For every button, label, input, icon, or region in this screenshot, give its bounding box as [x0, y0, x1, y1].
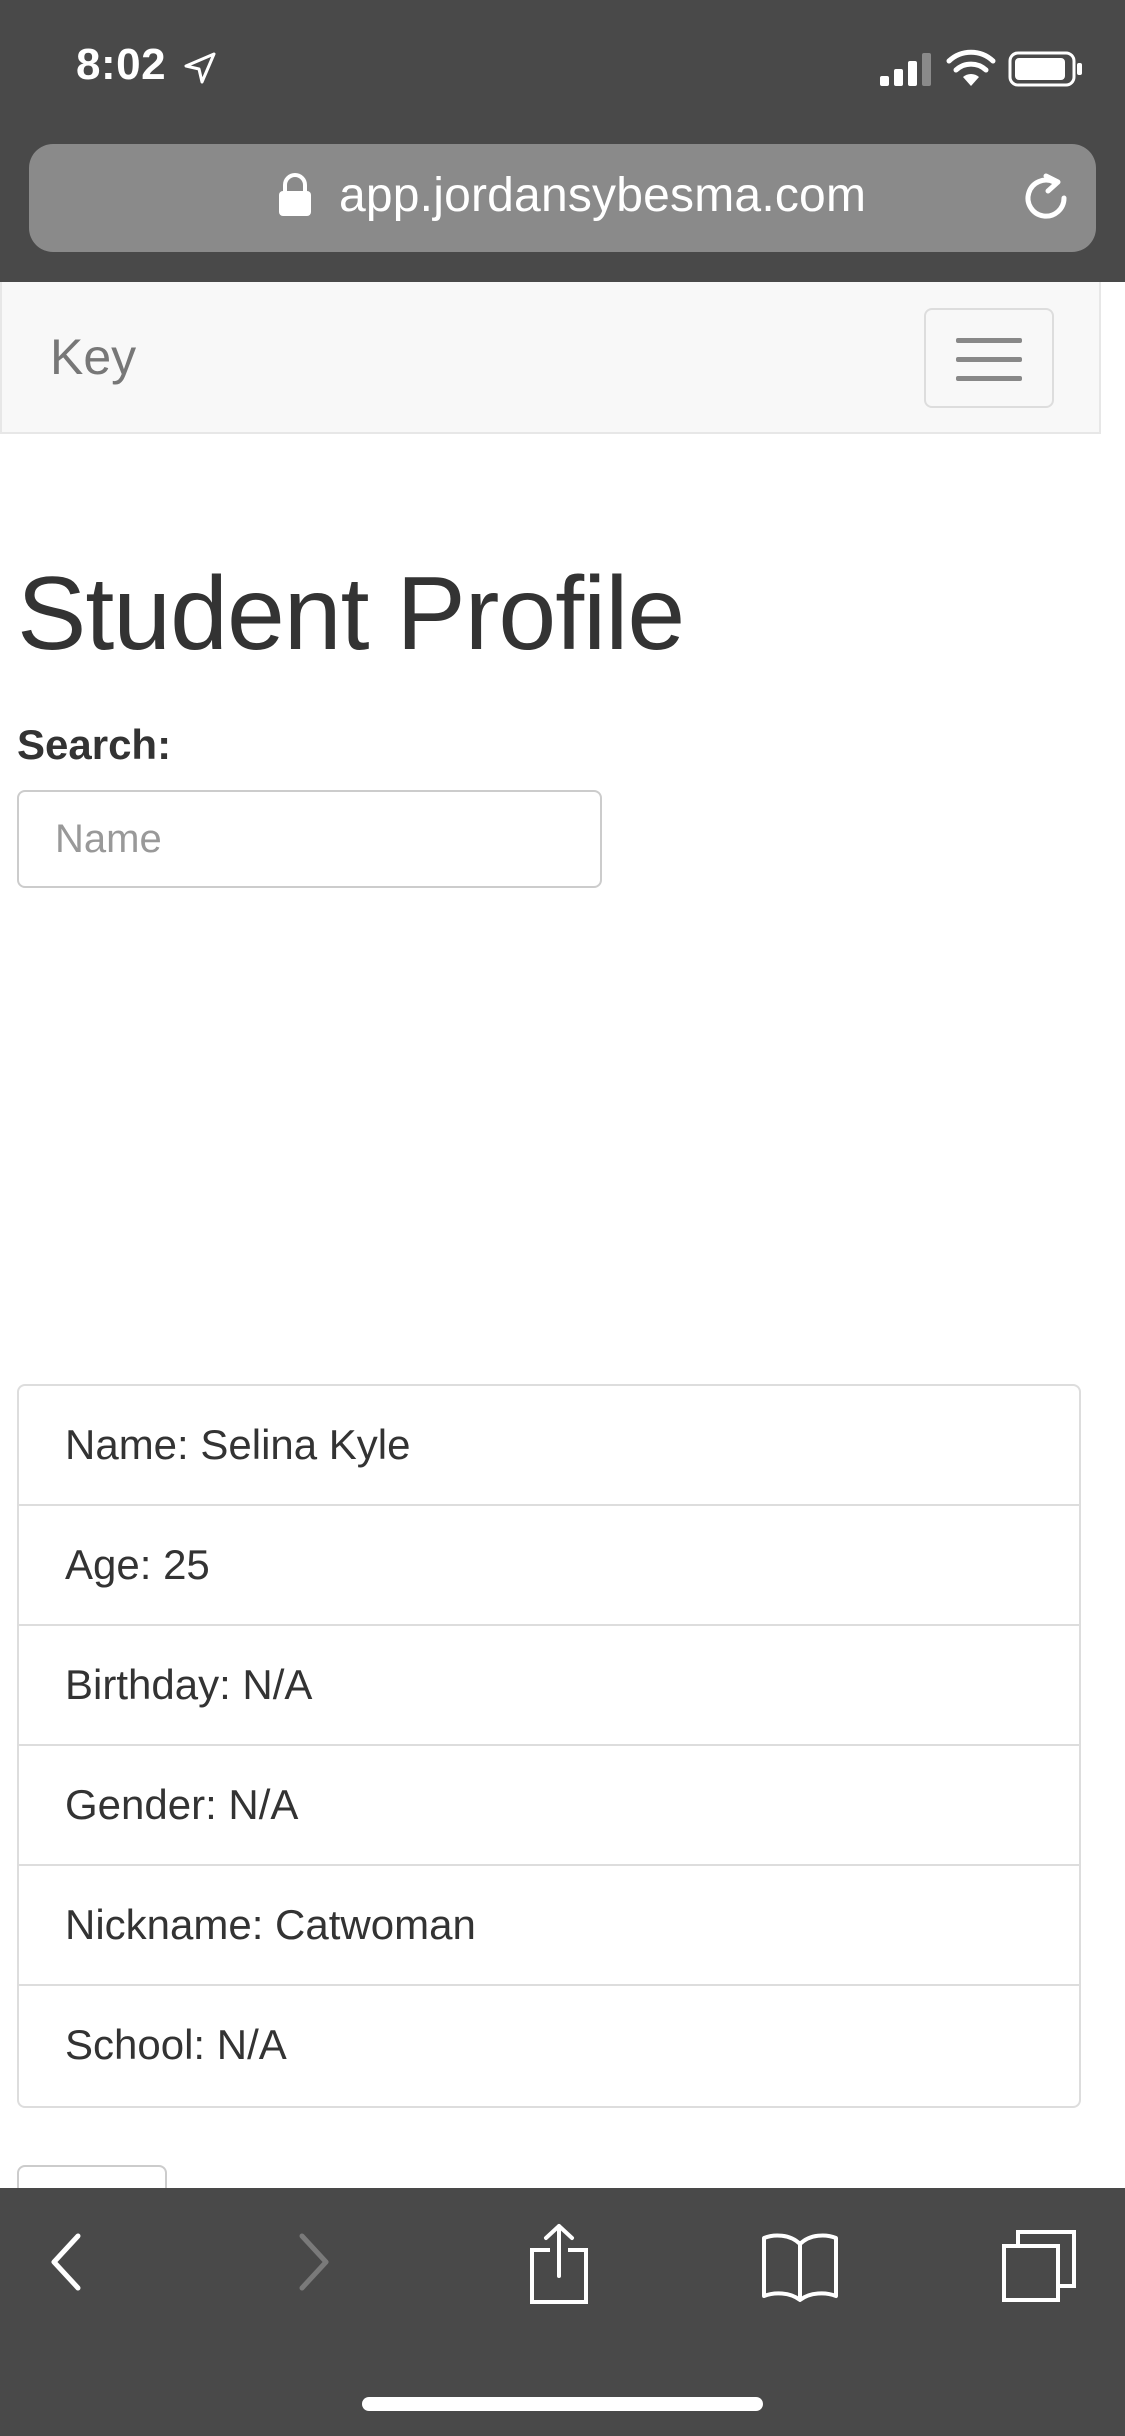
navbar-toggle-button[interactable] [924, 308, 1054, 408]
page-title: Student Profile [17, 556, 685, 672]
browser-top-chrome: 8:02 app.jordansybesma.com [0, 0, 1125, 282]
tabs-icon[interactable] [1000, 2228, 1078, 2304]
reload-icon[interactable] [1020, 172, 1072, 224]
navbar: Key [0, 282, 1101, 434]
forward-chevron-icon[interactable] [292, 2230, 336, 2294]
profile-item-birthday: Birthday: N/A [19, 1626, 1079, 1746]
search-label: Search: [17, 721, 172, 768]
bookmarks-icon[interactable] [760, 2230, 840, 2302]
navbar-brand[interactable]: Key [50, 328, 136, 386]
profile-item-age: Age: 25 [19, 1506, 1079, 1626]
share-icon[interactable] [528, 2222, 590, 2306]
address-bar[interactable]: app.jordansybesma.com [29, 144, 1096, 252]
profile-item-nickname: Nickname: Catwoman [19, 1866, 1079, 1986]
search-input[interactable] [17, 790, 602, 888]
profile-item-gender: Gender: N/A [19, 1746, 1079, 1866]
url-text: app.jordansybesma.com [339, 169, 867, 222]
profile-info-list: Name: Selina Kyle Age: 25 Birthday: N/A … [17, 1384, 1081, 2108]
wifi-icon [946, 49, 996, 86]
lock-icon [279, 173, 311, 216]
home-indicator [362, 2397, 763, 2411]
battery-icon [1008, 51, 1082, 87]
back-chevron-icon[interactable] [44, 2230, 88, 2294]
profile-item-school: School: N/A [65, 2021, 287, 2068]
status-time: 8:02 [76, 40, 167, 89]
profile-item-name: Name: Selina Kyle [19, 1386, 1079, 1506]
location-arrow-icon [184, 52, 216, 84]
cellular-signal-icon [880, 53, 931, 86]
